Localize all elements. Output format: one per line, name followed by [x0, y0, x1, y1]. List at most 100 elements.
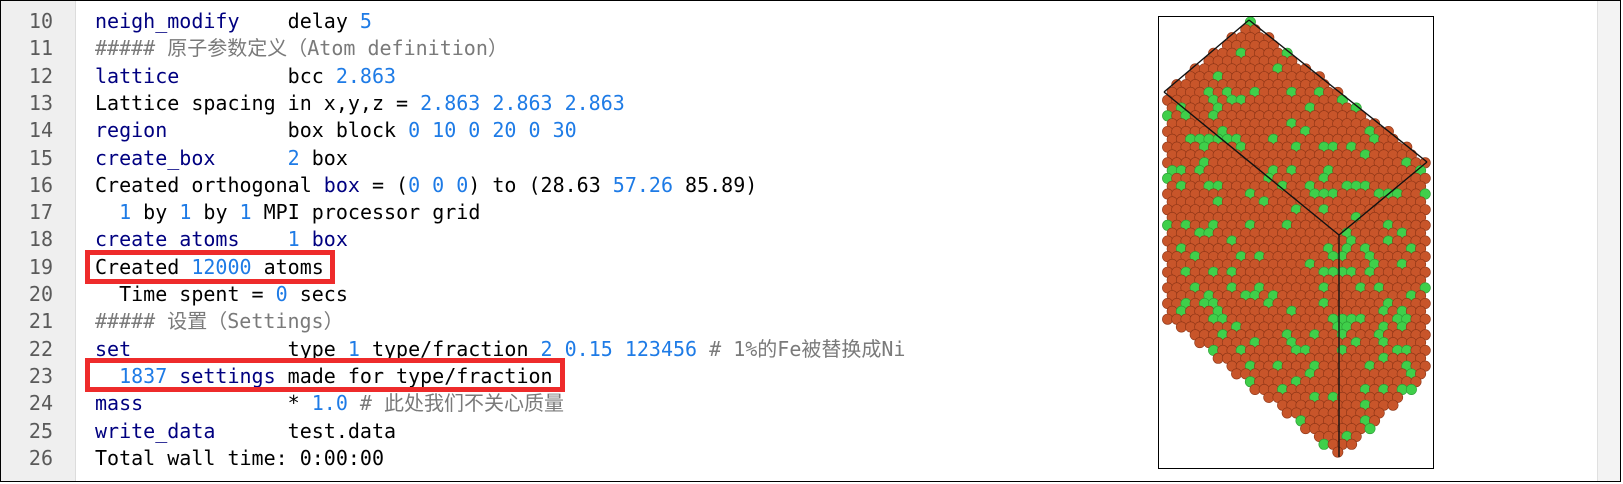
code-token: 2.863 2.863 2.863 — [420, 90, 625, 115]
code-token: bcc — [179, 63, 336, 88]
code-token: 1.0 — [311, 391, 348, 416]
line-number: 19 — [28, 254, 53, 279]
code-editor[interactable]: 10 neigh_modify delay 5 11 ##### 原子参数定义（Ato… — [1, 1, 1141, 481]
code-line: 13 Lattice spacing in x,y,z = 2.863 2.863… — [1, 89, 1141, 117]
code-token: = ( — [359, 172, 409, 197]
atom-fe — [1231, 368, 1243, 380]
code-token: 1 — [287, 227, 300, 252]
code-text: Time spent = 0 secs — [95, 280, 348, 308]
code-line: 16 Created orthogonal box = (0 0 0) to (2… — [1, 171, 1141, 199]
code-line: 21 ##### 设置（Settings） — [1, 307, 1141, 335]
vertical-scrollbar[interactable] — [1597, 1, 1620, 481]
code-token: box — [299, 227, 348, 252]
atom-fe — [1281, 407, 1293, 419]
code-token: ##### 设置（Settings） — [95, 309, 344, 334]
atom-fe — [1249, 383, 1261, 395]
code-token: Total wall time: 0:00:00 — [95, 445, 384, 470]
code-token: MPI processor grid — [251, 200, 481, 225]
code-text: 1 by 1 by 1 MPI processor grid — [95, 198, 480, 226]
line-number: 20 — [28, 282, 53, 306]
line-number: 16 — [28, 172, 53, 197]
code-token: type/fraction — [359, 336, 541, 361]
code-token: # 此处我们不关心质量 — [347, 391, 564, 416]
atom-fe — [1194, 337, 1206, 349]
code-text: ##### 原子参数定义（Atom definition） — [95, 34, 508, 62]
line-number: 18 — [28, 227, 53, 252]
code-token: 1 — [119, 200, 132, 225]
code-token: 28.63 — [540, 172, 601, 197]
code-text: ##### 设置（Settings） — [95, 307, 344, 335]
code-token: Time spent = — [95, 282, 276, 306]
line-number: 21 — [28, 309, 53, 334]
code-token: create_box — [95, 145, 216, 170]
code-token: box — [299, 145, 348, 170]
code-text: mass * 1.0 # 此处我们不关心质量 — [95, 389, 564, 417]
code-token: 5 — [359, 9, 372, 33]
code-text: Total wall time: 0:00:00 — [95, 444, 384, 472]
code-text: Created orthogonal box = (0 0 0) to (28.… — [95, 171, 757, 199]
code-token: type — [131, 336, 348, 361]
line-number: 10 — [28, 9, 53, 33]
code-text: Lattice spacing in x,y,z = 2.863 2.863 2… — [95, 89, 625, 117]
atom-fe — [1332, 446, 1344, 458]
code-token: Created orthogonal — [95, 172, 324, 197]
atoms — [1162, 17, 1431, 458]
line-number: 15 — [28, 145, 53, 170]
code-token: 57.26 — [600, 172, 674, 197]
code-token: delay — [239, 9, 360, 33]
atom-fe — [1346, 438, 1358, 450]
code-line: 12 lattice bcc 2.863 — [1, 62, 1141, 90]
code-line: 17 1 by 1 by 1 MPI processor grid — [1, 198, 1141, 226]
code-line: 15 create_box 2 box — [1, 144, 1141, 172]
code-line: 25 write_data test.data — [1, 417, 1141, 445]
atom-fe — [1162, 313, 1174, 325]
code-token: 1 — [179, 200, 192, 225]
code-token: Lattice spacing in x,y,z = — [95, 90, 421, 115]
line-number: 23 — [28, 363, 53, 388]
line-number: 12 — [28, 63, 53, 88]
line-number: 13 — [28, 90, 53, 115]
code-token: by — [131, 200, 180, 225]
code-token: # 1%的Fe被替换成Ni — [697, 336, 906, 361]
code-token: ) — [745, 172, 758, 197]
screenshot-frame: 10 neigh_modify delay 5 11 ##### 原子参数定义（Ato… — [0, 0, 1621, 482]
code-token: neigh_modify — [95, 9, 240, 33]
code-text: create_box 2 box — [95, 144, 348, 172]
code-line: 14 region box block 0 10 0 20 0 30 — [1, 116, 1141, 144]
code-line: 10 neigh_modify delay 5 — [1, 7, 1141, 35]
code-token: 2.863 — [335, 63, 397, 88]
atom-lattice-render-icon — [1162, 17, 1431, 458]
code-token: 1 — [347, 336, 360, 361]
atom-fe — [1212, 352, 1224, 364]
line-number: 17 — [28, 200, 53, 225]
code-line: 20 Time spent = 0 secs — [1, 280, 1141, 308]
code-line: 11 ##### 原子参数定义（Atom definition） — [1, 34, 1141, 62]
atom-lattice-visualization — [1158, 16, 1434, 469]
code-text: write_data test.data — [95, 417, 396, 445]
atom-ni — [1405, 383, 1417, 395]
code-token: box block — [167, 118, 409, 143]
atom-ni — [1318, 438, 1330, 450]
highlight-box-settings-made — [85, 358, 565, 392]
code-token: 2 — [287, 145, 300, 170]
code-token: lattice — [95, 63, 180, 88]
code-token: 0 0 0 — [408, 172, 469, 197]
code-token: 0 — [275, 282, 288, 306]
code-token: region — [95, 118, 168, 143]
code-token: write_data — [95, 418, 216, 443]
line-number: 14 — [28, 118, 53, 143]
code-token: secs — [287, 282, 348, 306]
code-token: mass — [95, 391, 144, 416]
code-token: test.data — [215, 418, 397, 443]
code-token: 1 — [239, 200, 252, 225]
code-token: 85.89 — [673, 172, 746, 197]
code-text: lattice bcc 2.863 — [95, 62, 396, 90]
code-line: 26 Total wall time: 0:00:00 — [1, 444, 1141, 472]
code-token: ##### 原子参数定义（Atom definition） — [95, 36, 508, 61]
highlight-box-created-atoms — [85, 250, 335, 284]
code-text: region box block 0 10 0 20 0 30 — [95, 116, 577, 144]
code-token: box — [323, 172, 360, 197]
